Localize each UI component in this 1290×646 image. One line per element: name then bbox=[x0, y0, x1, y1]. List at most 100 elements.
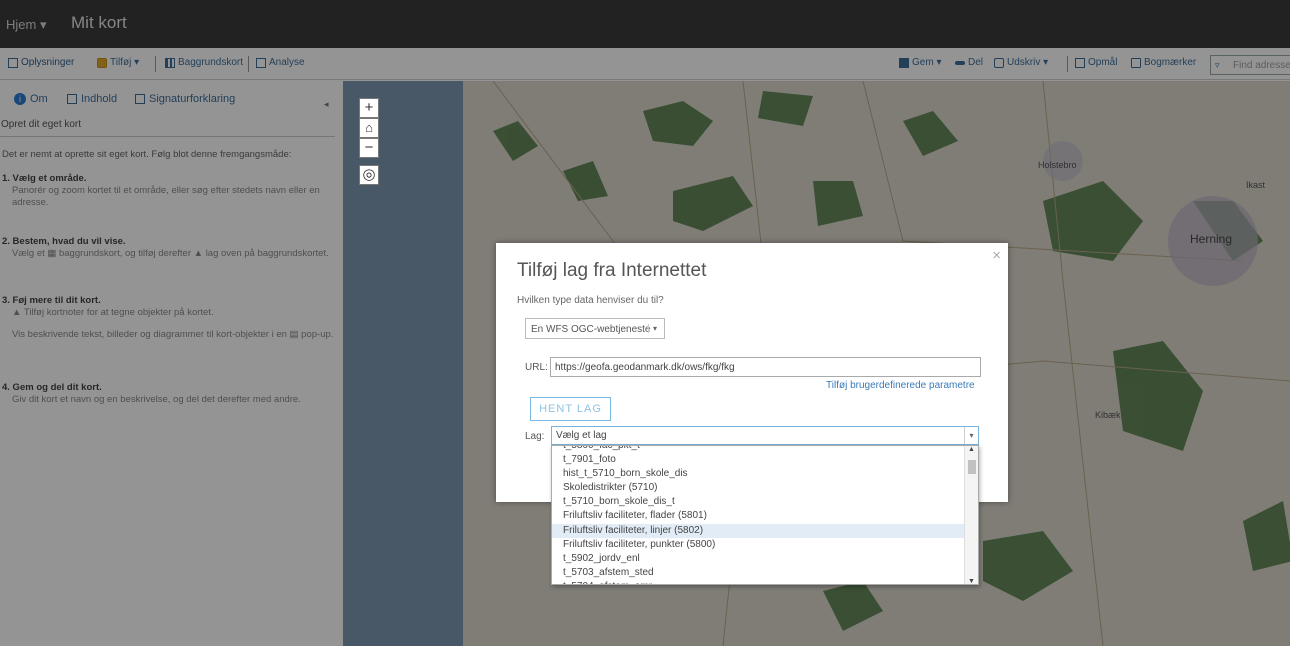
home-menu[interactable]: Hjem ▾ bbox=[6, 17, 46, 33]
step-heading: 4. Gem og del dit kort. bbox=[2, 382, 102, 393]
map-label-kibaek: Kibæk bbox=[1095, 410, 1121, 420]
zoom-out-button[interactable]: − bbox=[359, 138, 379, 158]
intro-text: Det er nemt at oprette sit eget kort. Fø… bbox=[2, 149, 292, 160]
print-icon bbox=[994, 57, 1004, 68]
step-body: ▲ Tilføj kortnoter for at tegne objekter… bbox=[12, 307, 214, 318]
chevron-down-icon: ▾ bbox=[648, 324, 657, 333]
tab-about[interactable]: i Om bbox=[14, 93, 48, 105]
content-list-icon bbox=[67, 94, 77, 104]
zoom-in-button[interactable]: + bbox=[359, 98, 379, 118]
print-label: Udskriv ▾ bbox=[1007, 57, 1049, 68]
scroll-thumb[interactable] bbox=[968, 460, 976, 474]
measure-label: Opmål bbox=[1088, 57, 1118, 68]
app-header: Hjem ▾ Mit kort bbox=[0, 0, 1290, 48]
basemap-label: Baggrundskort bbox=[178, 57, 244, 68]
add-button[interactable]: Tilføj ▾ bbox=[97, 57, 139, 68]
analysis-icon bbox=[256, 57, 266, 68]
save-button[interactable]: Gem ▾ bbox=[899, 57, 941, 68]
map-toolbar: Oplysninger Tilføj ▾ Baggrundskort Analy… bbox=[0, 48, 1290, 80]
url-label: URL: bbox=[525, 362, 548, 373]
measure-icon bbox=[1075, 57, 1085, 68]
search-placeholder: Find adresse bbox=[1233, 60, 1290, 71]
tab-legend[interactable]: Signaturforklaring bbox=[135, 93, 235, 105]
map-label-holstebro: Holstebro bbox=[1038, 160, 1077, 170]
step-body: Vis beskrivende tekst, billeder og diagr… bbox=[12, 329, 334, 340]
map-label-herning: Herning bbox=[1190, 232, 1233, 246]
step-heading: 3. Føj mere til dit kort. bbox=[2, 295, 101, 306]
chevron-down-icon: ▾ bbox=[964, 427, 978, 444]
step-body: Vælg et ▦ baggrundskort, og tilføj deref… bbox=[12, 248, 329, 259]
share-icon bbox=[955, 60, 965, 65]
step-3: 3. Føj mere til dit kort. ▲ Tilføj kortn… bbox=[2, 295, 337, 341]
divider bbox=[1067, 56, 1068, 72]
step-4: 4. Gem og del dit kort. Giv dit kort et … bbox=[2, 382, 337, 406]
list-item[interactable]: hist_t_5710_born_skole_dis bbox=[552, 467, 978, 481]
panel-tabs: i Om Indhold Signaturforklaring ◂ bbox=[0, 89, 343, 115]
data-type-value: En WFS OGC-webtjeneste bbox=[531, 324, 651, 335]
tab-content-label: Indhold bbox=[81, 93, 118, 105]
step-heading: 2. Bestem, hvad du vil vise. bbox=[2, 236, 126, 247]
list-item[interactable]: Friluftsliv faciliteter, flader (5801) bbox=[552, 509, 978, 523]
list-item[interactable]: t_5902_jordv_enl bbox=[552, 552, 978, 566]
print-button[interactable]: Udskriv ▾ bbox=[994, 57, 1048, 68]
data-type-question: Hvilken type data henviser du til? bbox=[517, 295, 664, 306]
list-item[interactable]: t_5704_afstem_omr bbox=[552, 580, 978, 584]
bookmarks-button[interactable]: Bogmærker bbox=[1131, 57, 1196, 68]
share-label: Del bbox=[968, 57, 984, 68]
locate-button[interactable]: ◎ bbox=[359, 165, 379, 185]
save-icon bbox=[899, 57, 909, 68]
url-input[interactable]: https://geofa.geodanmark.dk/ows/fkg/fkg bbox=[550, 357, 981, 377]
address-search[interactable]: ▿ Find adresse bbox=[1210, 55, 1290, 75]
step-body: Giv dit kort et navn og en beskrivelse, … bbox=[12, 394, 301, 405]
divider bbox=[248, 56, 249, 72]
save-label: Gem ▾ bbox=[912, 57, 942, 68]
analysis-button[interactable]: Analyse bbox=[256, 57, 305, 68]
divider bbox=[155, 56, 156, 72]
list-item[interactable]: t_7901_foto bbox=[552, 453, 978, 467]
dropdown-items: t_5800_fac_pkt_t t_7901_foto hist_t_5710… bbox=[552, 446, 978, 584]
scroll-down-icon[interactable]: ▼ bbox=[968, 578, 975, 584]
analysis-label: Analyse bbox=[269, 57, 305, 68]
custom-params-link[interactable]: Tilføj brugerdefinerede parametre bbox=[826, 380, 975, 391]
list-item[interactable]: Friluftsliv faciliteter, punkter (5800) bbox=[552, 538, 978, 552]
tab-about-label: Om bbox=[30, 93, 48, 105]
legend-icon bbox=[135, 94, 145, 104]
scroll-up-icon[interactable]: ▲ bbox=[968, 446, 975, 453]
layer-select-value: Vælg et lag bbox=[556, 430, 607, 441]
list-item[interactable]: Skoledistrikter (5710) bbox=[552, 481, 978, 495]
dialog-title: Tilføj lag fra Internettet bbox=[517, 260, 707, 281]
details-panel: i Om Indhold Signaturforklaring ◂ Opret d… bbox=[0, 81, 343, 646]
list-item[interactable]: t_5703_afstem_sted bbox=[552, 566, 978, 580]
dropdown-scrollbar[interactable]: ▲ ▼ bbox=[964, 446, 978, 584]
list-item-highlighted[interactable]: Friluftsliv faciliteter, linjer (5802) bbox=[552, 523, 978, 538]
layer-dropdown-list[interactable]: t_5800_fac_pkt_t t_7901_foto hist_t_5710… bbox=[551, 445, 979, 585]
step-body: Panorér og zoom kortet til et område, el… bbox=[12, 185, 320, 208]
step-2: 2. Bestem, hvad du vil vise. Vælg et ▦ b… bbox=[2, 236, 337, 260]
map-label-ikast: Ikast bbox=[1246, 180, 1266, 190]
details-label: Oplysninger bbox=[21, 57, 75, 68]
layer-label: Lag: bbox=[525, 431, 545, 442]
share-button[interactable]: Del bbox=[955, 57, 983, 68]
close-icon[interactable]: × bbox=[992, 247, 1001, 264]
step-1: 1. Vælg et område. Panorér og zoom korte… bbox=[2, 173, 337, 209]
info-panel-icon bbox=[8, 57, 18, 68]
data-type-select[interactable]: En WFS OGC-webtjeneste ▾ bbox=[525, 318, 665, 339]
measure-button[interactable]: Opmål bbox=[1075, 57, 1117, 68]
basemap-button[interactable]: Baggrundskort bbox=[165, 57, 243, 68]
details-button[interactable]: Oplysninger bbox=[8, 57, 74, 68]
bookmark-icon bbox=[1131, 57, 1141, 68]
section-title: Opret dit eget kort bbox=[0, 119, 335, 137]
fetch-layers-button[interactable]: HENT LAG bbox=[530, 397, 611, 421]
search-dropdown-icon[interactable]: ▿ bbox=[1215, 60, 1220, 71]
add-note-icon bbox=[97, 57, 107, 68]
layer-select[interactable]: Vælg et lag ▾ bbox=[551, 426, 979, 445]
basemap-grid-icon bbox=[165, 57, 175, 68]
list-item[interactable]: t_5800_fac_pkt_t bbox=[552, 446, 978, 453]
bookmarks-label: Bogmærker bbox=[1144, 57, 1197, 68]
info-icon: i bbox=[14, 93, 26, 105]
tab-content[interactable]: Indhold bbox=[67, 93, 117, 105]
tab-legend-label: Signaturforklaring bbox=[149, 93, 236, 105]
list-item[interactable]: t_5710_born_skole_dis_t bbox=[552, 495, 978, 509]
home-extent-button[interactable]: ⌂ bbox=[359, 118, 379, 138]
collapse-panel-icon[interactable]: ◂ bbox=[324, 99, 329, 110]
